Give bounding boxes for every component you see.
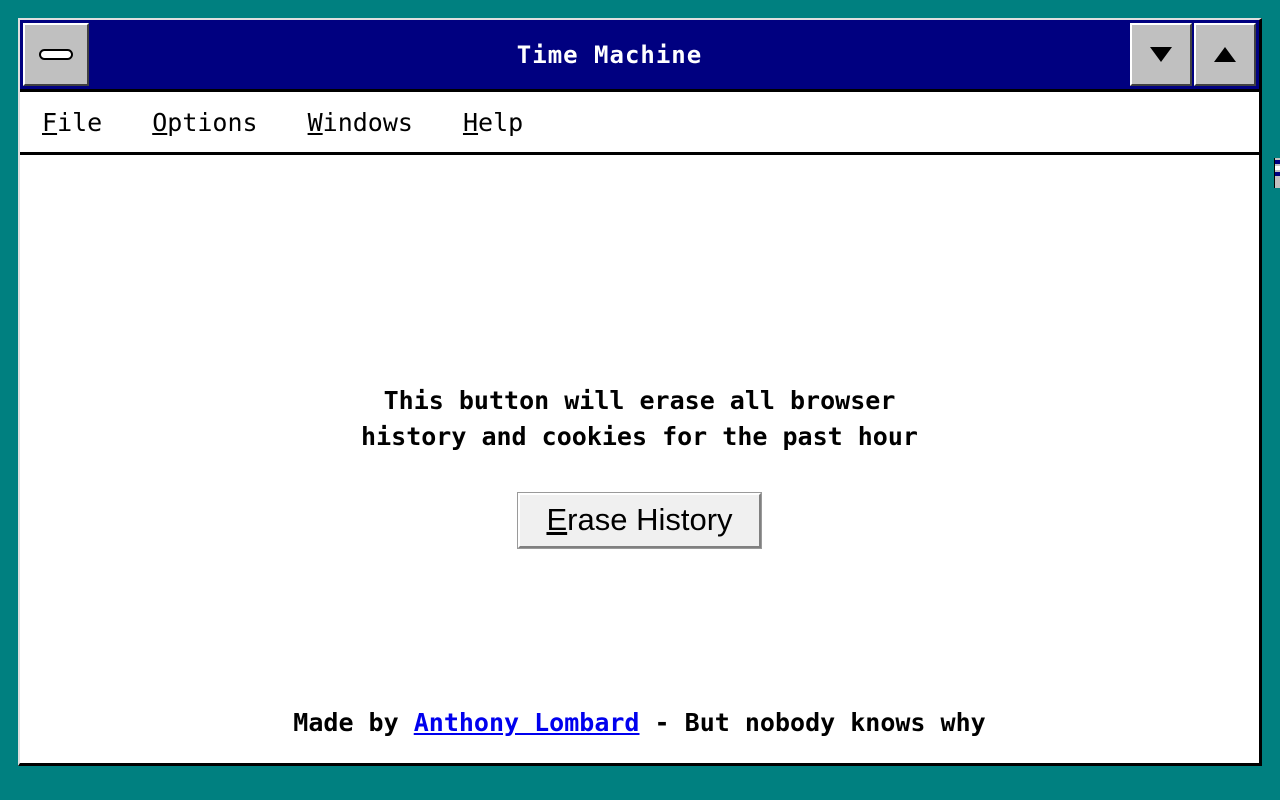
menu-item-windows[interactable]: Windows [308, 108, 413, 137]
menu-item-options[interactable]: Options [152, 108, 257, 137]
erase-history-button-label: rase History [567, 502, 733, 537]
description-text: This button will erase all browser histo… [20, 383, 1259, 455]
menu-accel-key: O [152, 107, 168, 137]
clipped-background-window [1274, 158, 1280, 188]
credits-suffix: - But nobody knows why [639, 708, 986, 737]
maximize-button[interactable] [1194, 23, 1256, 86]
clipped-window-bar [1275, 172, 1280, 176]
clipped-window-bar [1275, 166, 1280, 170]
menu-item-label: indows [322, 107, 413, 137]
menu-item-file[interactable]: File [42, 108, 102, 137]
button-accel-key: E [546, 502, 568, 537]
minimize-button[interactable] [1130, 23, 1192, 86]
description-line-1: This button will erase all browser [383, 386, 896, 415]
menu-item-label: ile [57, 107, 103, 137]
client-area: This button will erase all browser histo… [20, 155, 1259, 763]
menu-bar: File Options Windows Help [20, 92, 1259, 155]
credits-prefix: Made by [293, 708, 414, 737]
triangle-down-icon [1150, 47, 1172, 62]
title-bar[interactable]: Time Machine [20, 20, 1259, 92]
credits-footer: Made by Anthony Lombard - But nobody kno… [20, 708, 1259, 737]
triangle-up-icon [1214, 47, 1236, 62]
application-window: Time Machine File Options Windows Help T… [18, 18, 1262, 766]
clipped-window-bar [1275, 160, 1280, 164]
erase-history-button[interactable]: Erase History [517, 492, 762, 549]
menu-item-help[interactable]: Help [463, 108, 523, 137]
minimize-pill-icon [39, 49, 73, 60]
system-menu-button[interactable] [23, 23, 89, 86]
menu-item-label: elp [478, 107, 524, 137]
menu-item-label: ptions [167, 107, 258, 137]
menu-accel-key: W [307, 107, 323, 137]
menu-accel-key: F [42, 107, 58, 137]
menu-accel-key: H [462, 107, 479, 137]
description-line-2: history and cookies for the past hour [361, 422, 918, 451]
window-controls [1130, 23, 1256, 86]
erase-button-container: Erase History [20, 492, 1259, 549]
window-title: Time Machine [516, 40, 703, 69]
author-link[interactable]: Anthony Lombard [414, 708, 640, 737]
